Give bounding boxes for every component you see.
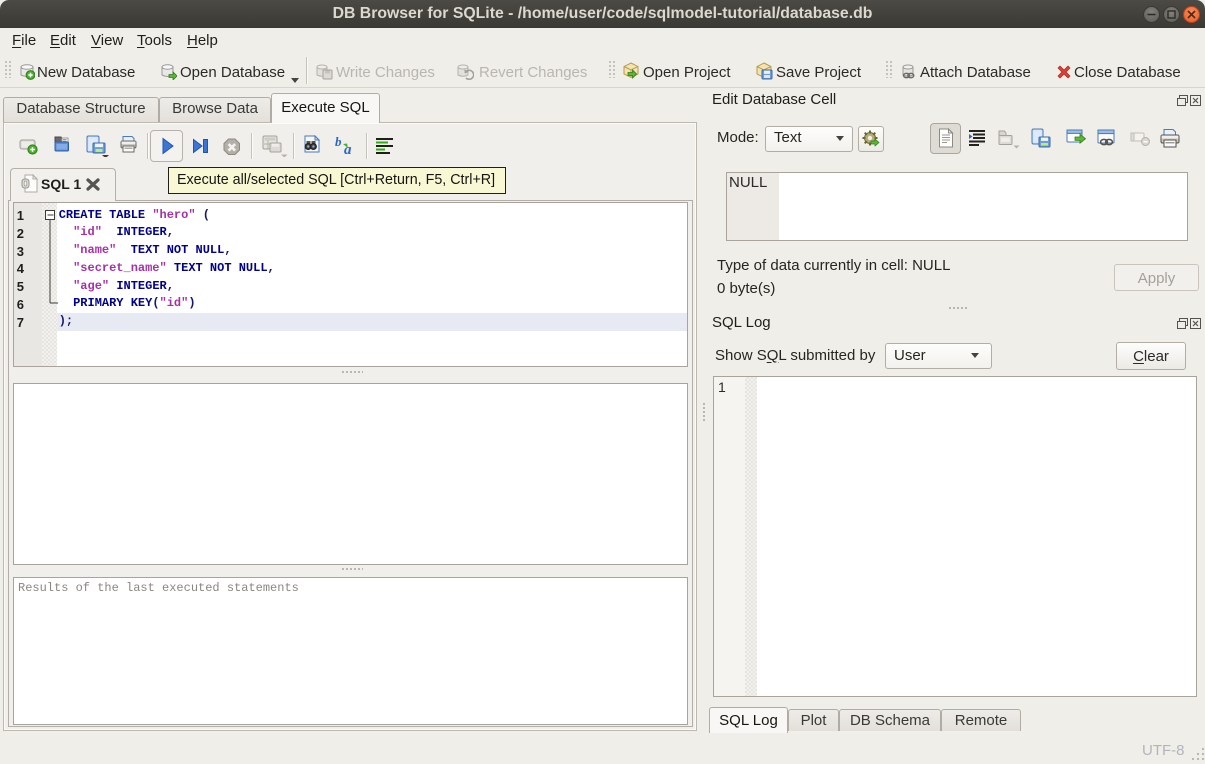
svg-text:b: b xyxy=(335,135,342,149)
